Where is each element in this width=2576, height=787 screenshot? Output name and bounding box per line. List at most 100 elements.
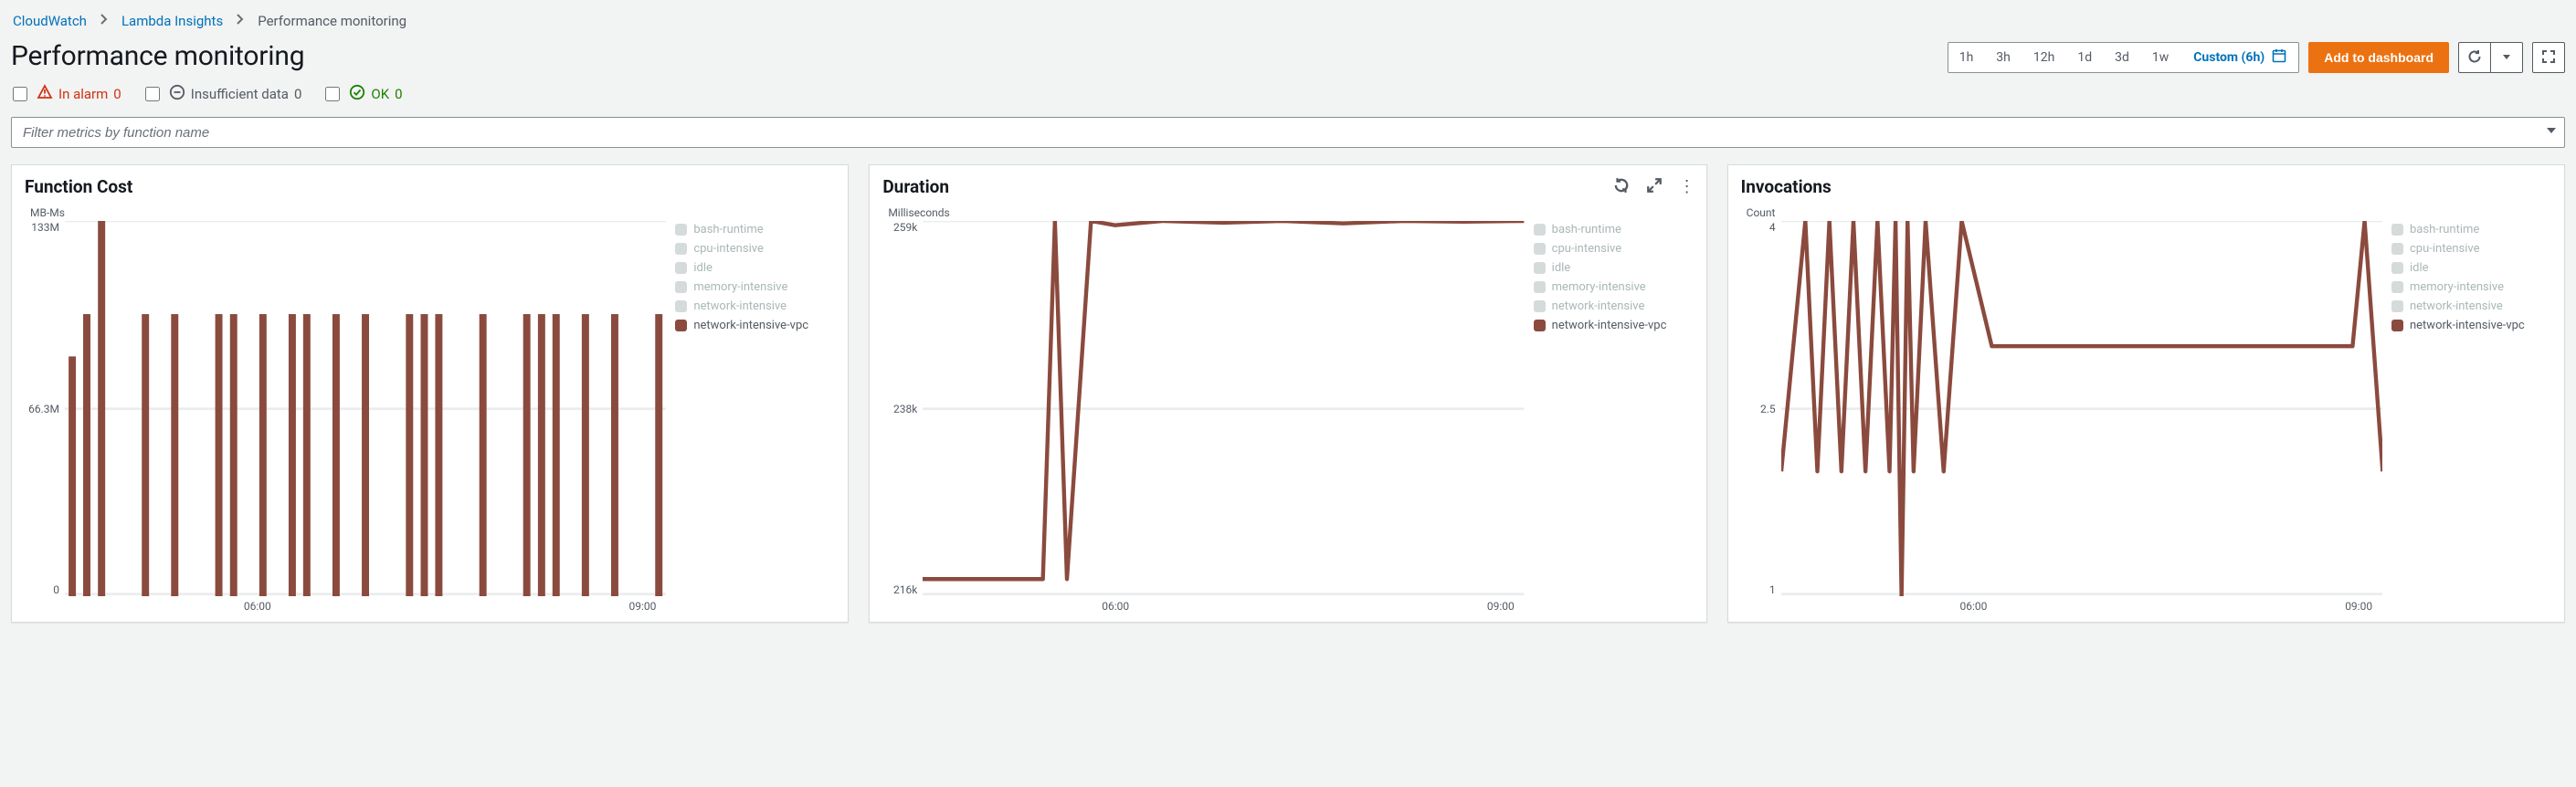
status-in-alarm-checkbox[interactable] [13,87,27,101]
kebab-icon[interactable]: ⋮ [1679,179,1694,195]
time-range-12h[interactable]: 12h [2022,43,2066,72]
legend-item[interactable]: idle [675,261,835,275]
card-duration: Duration ⋮ Milliseconds 259k 238k 216k b… [869,164,1706,623]
legend-item[interactable]: cpu-intensive [2391,242,2551,256]
breadcrumb: CloudWatch Lambda Insights Performance m… [11,9,2565,40]
breadcrumb-section[interactable]: Lambda Insights [121,13,223,29]
legend-item[interactable]: network-intensive-vpc [675,319,835,332]
status-insufficient-label: Insufficient data [191,86,289,102]
chevron-right-icon [236,13,245,29]
status-insufficient[interactable]: Insufficient data 0 [145,84,302,104]
xtick: 06:00 [244,600,271,613]
refresh-interval-dropdown[interactable] [2490,42,2523,73]
status-ok-count: 0 [395,86,402,102]
filter-input[interactable] [23,118,2546,147]
legend-label: idle [2410,261,2429,275]
legend-item[interactable]: cpu-intensive [1534,242,1694,256]
time-range-3h[interactable]: 3h [1985,43,2022,72]
legend-item[interactable]: network-intensive [1534,299,1694,313]
plot-cost[interactable] [65,221,666,596]
legend-item[interactable]: memory-intensive [1534,280,1694,294]
xtick: 09:00 [1487,600,1515,613]
breadcrumb-root[interactable]: CloudWatch [13,13,87,29]
xaxis-invocations: 06:00 09:00 [1741,596,2551,613]
xaxis-cost: 06:00 09:00 [25,596,835,613]
xtick: 06:00 [1960,600,1988,613]
legend-label: cpu-intensive [1552,242,1622,256]
add-to-dashboard-button[interactable]: Add to dashboard [2308,42,2449,73]
plot-invocations[interactable] [1781,221,2382,596]
legend-item[interactable]: idle [2391,261,2551,275]
refresh-icon [2467,49,2482,67]
legend-item[interactable]: cpu-intensive [675,242,835,256]
legend-swatch [2391,320,2403,331]
card-unit-duration: Milliseconds [882,206,1693,219]
plot-duration[interactable] [923,221,1524,596]
time-range-selector: 1h 3h 12h 1d 3d 1w Custom (6h) [1948,42,2300,73]
calendar-icon [2272,48,2286,67]
refresh-group [2458,42,2523,73]
status-insufficient-checkbox[interactable] [145,87,160,101]
refresh-button[interactable] [2458,42,2491,73]
legend-swatch [675,224,687,236]
legend-item[interactable]: network-intensive [2391,299,2551,313]
legend-label: cpu-intensive [2410,242,2480,256]
legend-item[interactable]: bash-runtime [2391,223,2551,236]
legend-cost: bash-runtime cpu-intensive idle memory-inte… [675,221,835,596]
legend-item[interactable]: memory-intensive [675,280,835,294]
legend-swatch [1534,300,1546,312]
caret-down-icon[interactable] [2546,125,2557,140]
ytick: 0 [53,583,59,596]
chevron-right-icon [100,13,109,29]
time-range-1w[interactable]: 1w [2141,43,2180,72]
legend-swatch [675,320,687,331]
time-range-1h[interactable]: 1h [1948,43,1986,72]
legend-swatch [2391,300,2403,312]
alarm-icon [37,84,53,104]
legend-item[interactable]: idle [1534,261,1694,275]
legend-duration: bash-runtime cpu-intensive idle memory-inte… [1534,221,1694,596]
legend-label: memory-intensive [1552,280,1646,294]
legend-invocations: bash-runtime cpu-intensive idle memory-inte… [2391,221,2551,596]
legend-label: memory-intensive [693,280,787,294]
legend-swatch [2391,243,2403,255]
legend-label: idle [693,261,713,275]
legend-label: network-intensive-vpc [693,319,808,332]
status-ok-label: OK [371,86,389,102]
card-unit-cost: MB-Ms [25,206,835,219]
legend-label: memory-intensive [2410,280,2504,294]
legend-label: network-intensive-vpc [2410,319,2525,332]
legend-item[interactable]: network-intensive-vpc [2391,319,2551,332]
legend-item[interactable]: network-intensive-vpc [1534,319,1694,332]
legend-label: network-intensive-vpc [1552,319,1667,332]
fullscreen-button[interactable] [2532,42,2565,73]
chart-cost: 133M 66.3M 0 [25,221,666,596]
refresh-icon[interactable] [1613,177,1630,197]
ytick: 4 [1769,221,1776,234]
status-in-alarm[interactable]: In alarm 0 [13,84,121,104]
time-range-custom[interactable]: Custom (6h) [2180,43,2298,72]
caret-down-icon [2499,49,2514,67]
legend-label: network-intensive [693,299,787,313]
chart-duration: 259k 238k 216k [882,221,1524,596]
time-range-1d[interactable]: 1d [2066,43,2104,72]
filter-input-container[interactable] [11,117,2565,148]
legend-item[interactable]: bash-runtime [675,223,835,236]
legend-item[interactable]: memory-intensive [2391,280,2551,294]
legend-label: bash-runtime [693,223,763,236]
xaxis-duration: 06:00 09:00 [882,596,1693,613]
status-ok-checkbox[interactable] [325,87,340,101]
status-insufficient-count: 0 [294,86,301,102]
expand-icon[interactable] [1646,177,1663,197]
ytick: 238k [893,403,917,415]
legend-item[interactable]: bash-runtime [1534,223,1694,236]
legend-label: bash-runtime [1552,223,1621,236]
yaxis-invocations: 4 2.5 1 [1741,221,1781,596]
legend-label: network-intensive [1552,299,1645,313]
status-ok[interactable]: OK 0 [325,84,402,104]
card-actions-duration: ⋮ [1613,177,1694,197]
legend-label: network-intensive [2410,299,2503,313]
time-range-3d[interactable]: 3d [2104,43,2141,72]
chart-invocations: 4 2.5 1 [1741,221,2382,596]
legend-item[interactable]: network-intensive [675,299,835,313]
